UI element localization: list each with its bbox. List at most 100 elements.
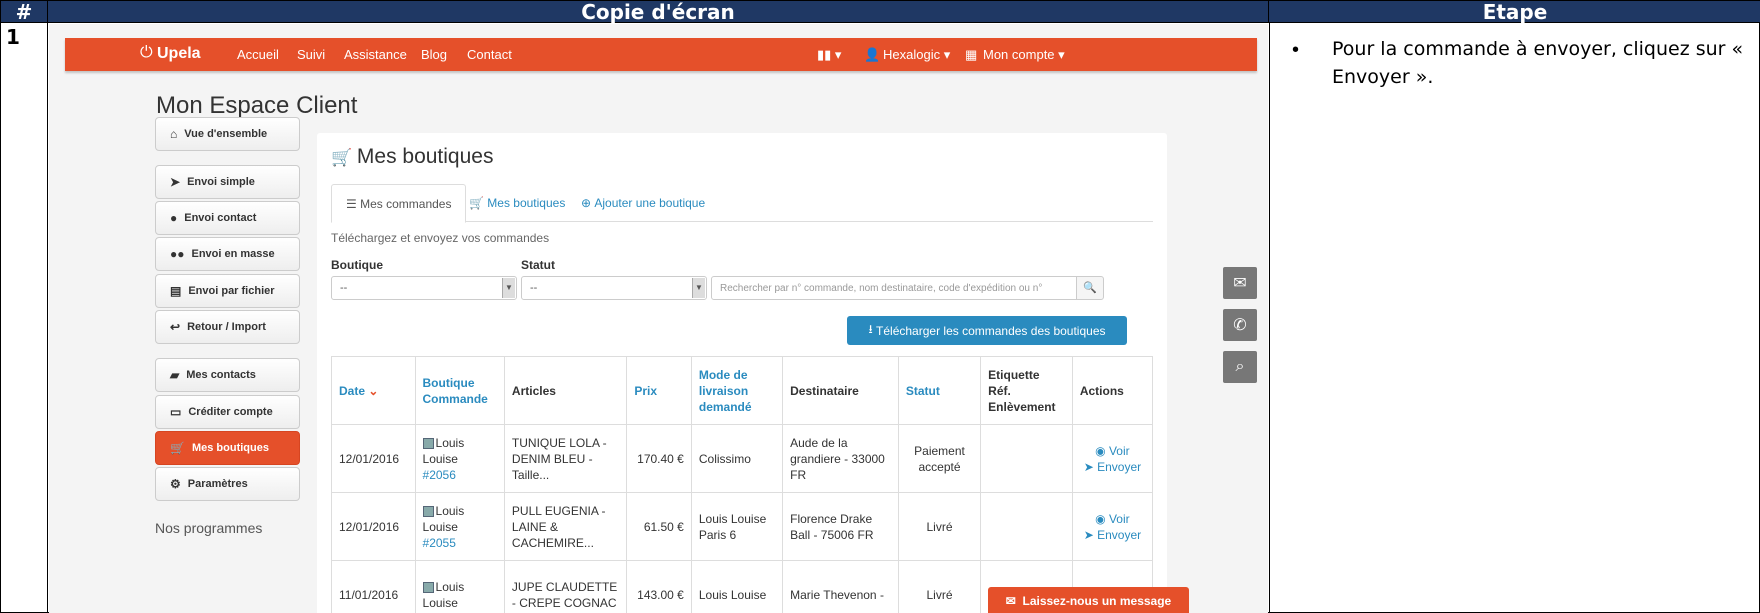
tab-label: Mes boutiques bbox=[487, 196, 566, 210]
nav-blog[interactable]: Blog bbox=[421, 47, 447, 62]
step-cell: • Pour la commande à envoyer, cliquez su… bbox=[1269, 23, 1760, 613]
select-arrow-icon: ▼ bbox=[692, 278, 705, 298]
tab-mes-boutiques[interactable]: 🛒 Mes boutiques bbox=[455, 184, 579, 222]
cell-price: 170.40 € bbox=[626, 424, 692, 493]
bullet-icon: • bbox=[1292, 39, 1300, 61]
eye-icon: ◉ bbox=[1095, 443, 1106, 458]
user-icon: 👤 bbox=[864, 47, 881, 62]
statut-label: Statut bbox=[521, 258, 555, 272]
cell-label bbox=[980, 492, 1073, 561]
cell-shop: Louis Louise bbox=[414, 560, 505, 613]
orders-table: Date ⌄ Boutique Commande Articles Prix Mo… bbox=[331, 356, 1154, 613]
view-button[interactable]: ◉ Voir bbox=[1095, 444, 1130, 458]
statut-select[interactable]: -- ▼ bbox=[521, 276, 707, 300]
tab-ajouter-boutique[interactable]: ⊕ Ajouter une boutique bbox=[567, 184, 719, 222]
col-actions: Actions bbox=[1071, 356, 1154, 425]
search-button[interactable]: 🔍 bbox=[1076, 276, 1104, 300]
sidebar-item-label: Envoi simple bbox=[187, 176, 255, 188]
account-label: Mon compte bbox=[983, 47, 1055, 62]
step-instruction: Pour la commande à envoyer, cliquez sur … bbox=[1332, 38, 1744, 88]
sidebar-item-crediter[interactable]: ▭ Créditer compte bbox=[155, 395, 300, 429]
shop-avatar-icon bbox=[422, 581, 434, 593]
cell-shop: Louis Louise #2055 bbox=[414, 492, 505, 561]
send-button[interactable]: ➤ Envoyer bbox=[1084, 460, 1141, 474]
shop-avatar-icon bbox=[422, 505, 434, 517]
panel-title: 🛒 Mes boutiques bbox=[331, 145, 493, 169]
sidebar-item-envoi-contact[interactable]: ● Envoi contact bbox=[155, 201, 300, 235]
download-icon: ⭳ bbox=[868, 322, 877, 336]
leave-message-label: Laissez-nous un message bbox=[1022, 594, 1172, 608]
col-destinataire: Destinataire bbox=[782, 356, 899, 425]
col-statut[interactable]: Statut bbox=[897, 356, 982, 425]
main-panel: 🛒 Mes boutiques ☰ Mes commandes 🛒 Mes bo… bbox=[317, 133, 1167, 613]
reply-icon: ↩ bbox=[170, 320, 181, 334]
envelope-icon: ✉ bbox=[1005, 594, 1023, 608]
view-button[interactable]: ◉ Voir bbox=[1095, 512, 1130, 526]
phone-icon[interactable]: ✆ bbox=[1223, 309, 1257, 341]
col-mode[interactable]: Mode de livraison demandé bbox=[690, 356, 784, 425]
cell-date: 12/01/2016 bbox=[331, 424, 416, 493]
send-button[interactable]: ➤ Envoyer bbox=[1084, 528, 1141, 542]
sidebar-item-label: Mes boutiques bbox=[191, 442, 269, 454]
nav-accueil[interactable]: Accueil bbox=[237, 47, 279, 62]
cell-status: Livré bbox=[897, 492, 982, 561]
paper-plane-icon: ➤ bbox=[170, 175, 181, 189]
header-screenshot: Copie d'écran bbox=[48, 0, 1269, 24]
col-prix[interactable]: Prix bbox=[626, 356, 692, 425]
sidebar-item-envoi-fichier[interactable]: ▤ Envoi par fichier bbox=[155, 274, 300, 308]
col-date[interactable]: Date ⌄ bbox=[331, 356, 416, 425]
col-boutique[interactable]: Boutique Commande bbox=[414, 356, 505, 425]
row-number: 1 bbox=[6, 25, 20, 49]
order-link[interactable]: #2056 bbox=[423, 468, 456, 482]
sidebar-item-parametres[interactable]: ⚙ Paramètres bbox=[155, 467, 300, 501]
leave-message-button[interactable]: ✉ Laissez-nous un message bbox=[988, 587, 1189, 613]
nav-contact[interactable]: Contact bbox=[467, 47, 512, 62]
sidebar-item-label: Retour / Import bbox=[187, 321, 266, 333]
sidebar-item-mes-boutiques[interactable]: 🛒 Mes boutiques bbox=[155, 431, 300, 465]
download-label: Télécharger les commandes des boutiques bbox=[876, 323, 1106, 338]
sidebar-item-overview[interactable]: ⌂ Vue d'ensemble bbox=[155, 117, 300, 151]
table-row: 12/01/2016 Louis Louise #2056 TUNIQUE LOLA… bbox=[331, 424, 1154, 493]
grid-icon: ▦ bbox=[965, 47, 978, 62]
home-icon: ⌂ bbox=[170, 127, 178, 141]
paper-plane-icon: ➤ bbox=[1083, 527, 1094, 542]
sidebar-item-label: Paramètres bbox=[187, 478, 248, 490]
search-icon: 🔍 bbox=[1083, 282, 1097, 294]
boutique-select[interactable]: -- ▼ bbox=[331, 276, 517, 300]
sidebar-item-envoi-simple[interactable]: ➤ Envoi simple bbox=[155, 165, 300, 199]
nav-suivi[interactable]: Suivi bbox=[297, 47, 325, 62]
cell-price: 143.00 € bbox=[626, 560, 692, 613]
top-navbar: ⏻ Upela Accueil Suivi Assistance Blog Co… bbox=[65, 38, 1257, 71]
table-header-row: Date ⌄ Boutique Commande Articles Prix Mo… bbox=[331, 356, 1154, 425]
header-number: # bbox=[1, 0, 48, 24]
search-icon[interactable]: ⌕ bbox=[1223, 351, 1257, 383]
book-icon: ▰ bbox=[170, 368, 180, 382]
tab-mes-commandes[interactable]: ☰ Mes commandes bbox=[331, 184, 467, 223]
tab-label: Ajouter une boutique bbox=[594, 196, 706, 210]
cell-mode: Louis Louise Paris 6 bbox=[690, 492, 784, 561]
tab-label: Mes commandes bbox=[360, 196, 452, 211]
account-menu[interactable]: Mon compte ▾ bbox=[983, 47, 1065, 63]
brand-logo[interactable]: Upela bbox=[157, 45, 201, 63]
user-menu[interactable]: Hexalogic ▾ bbox=[883, 47, 950, 63]
cell-actions: ◉ Voir ➤ Envoyer bbox=[1071, 492, 1154, 561]
sidebar-item-retour-import[interactable]: ↩ Retour / Import bbox=[155, 310, 300, 344]
credit-card-icon: ▭ bbox=[170, 405, 182, 419]
programs-label: Nos programmes bbox=[155, 520, 263, 536]
envelope-icon[interactable]: ✉ bbox=[1223, 267, 1257, 299]
cart-icon: 🛒 bbox=[469, 196, 488, 210]
sidebar-item-mes-contacts[interactable]: ▰ Mes contacts bbox=[155, 358, 300, 392]
file-icon: ▤ bbox=[170, 284, 182, 298]
cell-dest: Florence Drake Ball - 75006 FR bbox=[782, 492, 899, 561]
search-input[interactable]: Rechercher par n° commande, nom destinat… bbox=[711, 276, 1077, 300]
order-link[interactable]: #2055 bbox=[423, 536, 456, 550]
sidebar-item-label: Créditer compte bbox=[188, 406, 273, 418]
sidebar-item-label: Vue d'ensemble bbox=[184, 128, 268, 140]
upela-logo-icon: ⏻ bbox=[140, 44, 153, 61]
nav-assistance[interactable]: Assistance bbox=[344, 47, 407, 62]
tab-bar: ☰ Mes commandes 🛒 Mes boutiques ⊕ Ajoute… bbox=[331, 184, 1153, 223]
download-orders-button[interactable]: ⭳ Télécharger les commandes des boutique… bbox=[847, 316, 1127, 345]
sidebar-item-envoi-masse[interactable]: ●● Envoi en masse bbox=[155, 237, 300, 271]
cell-date: 11/01/2016 bbox=[331, 560, 416, 613]
flag-icon[interactable]: ▮▮ ▾ bbox=[817, 47, 841, 63]
